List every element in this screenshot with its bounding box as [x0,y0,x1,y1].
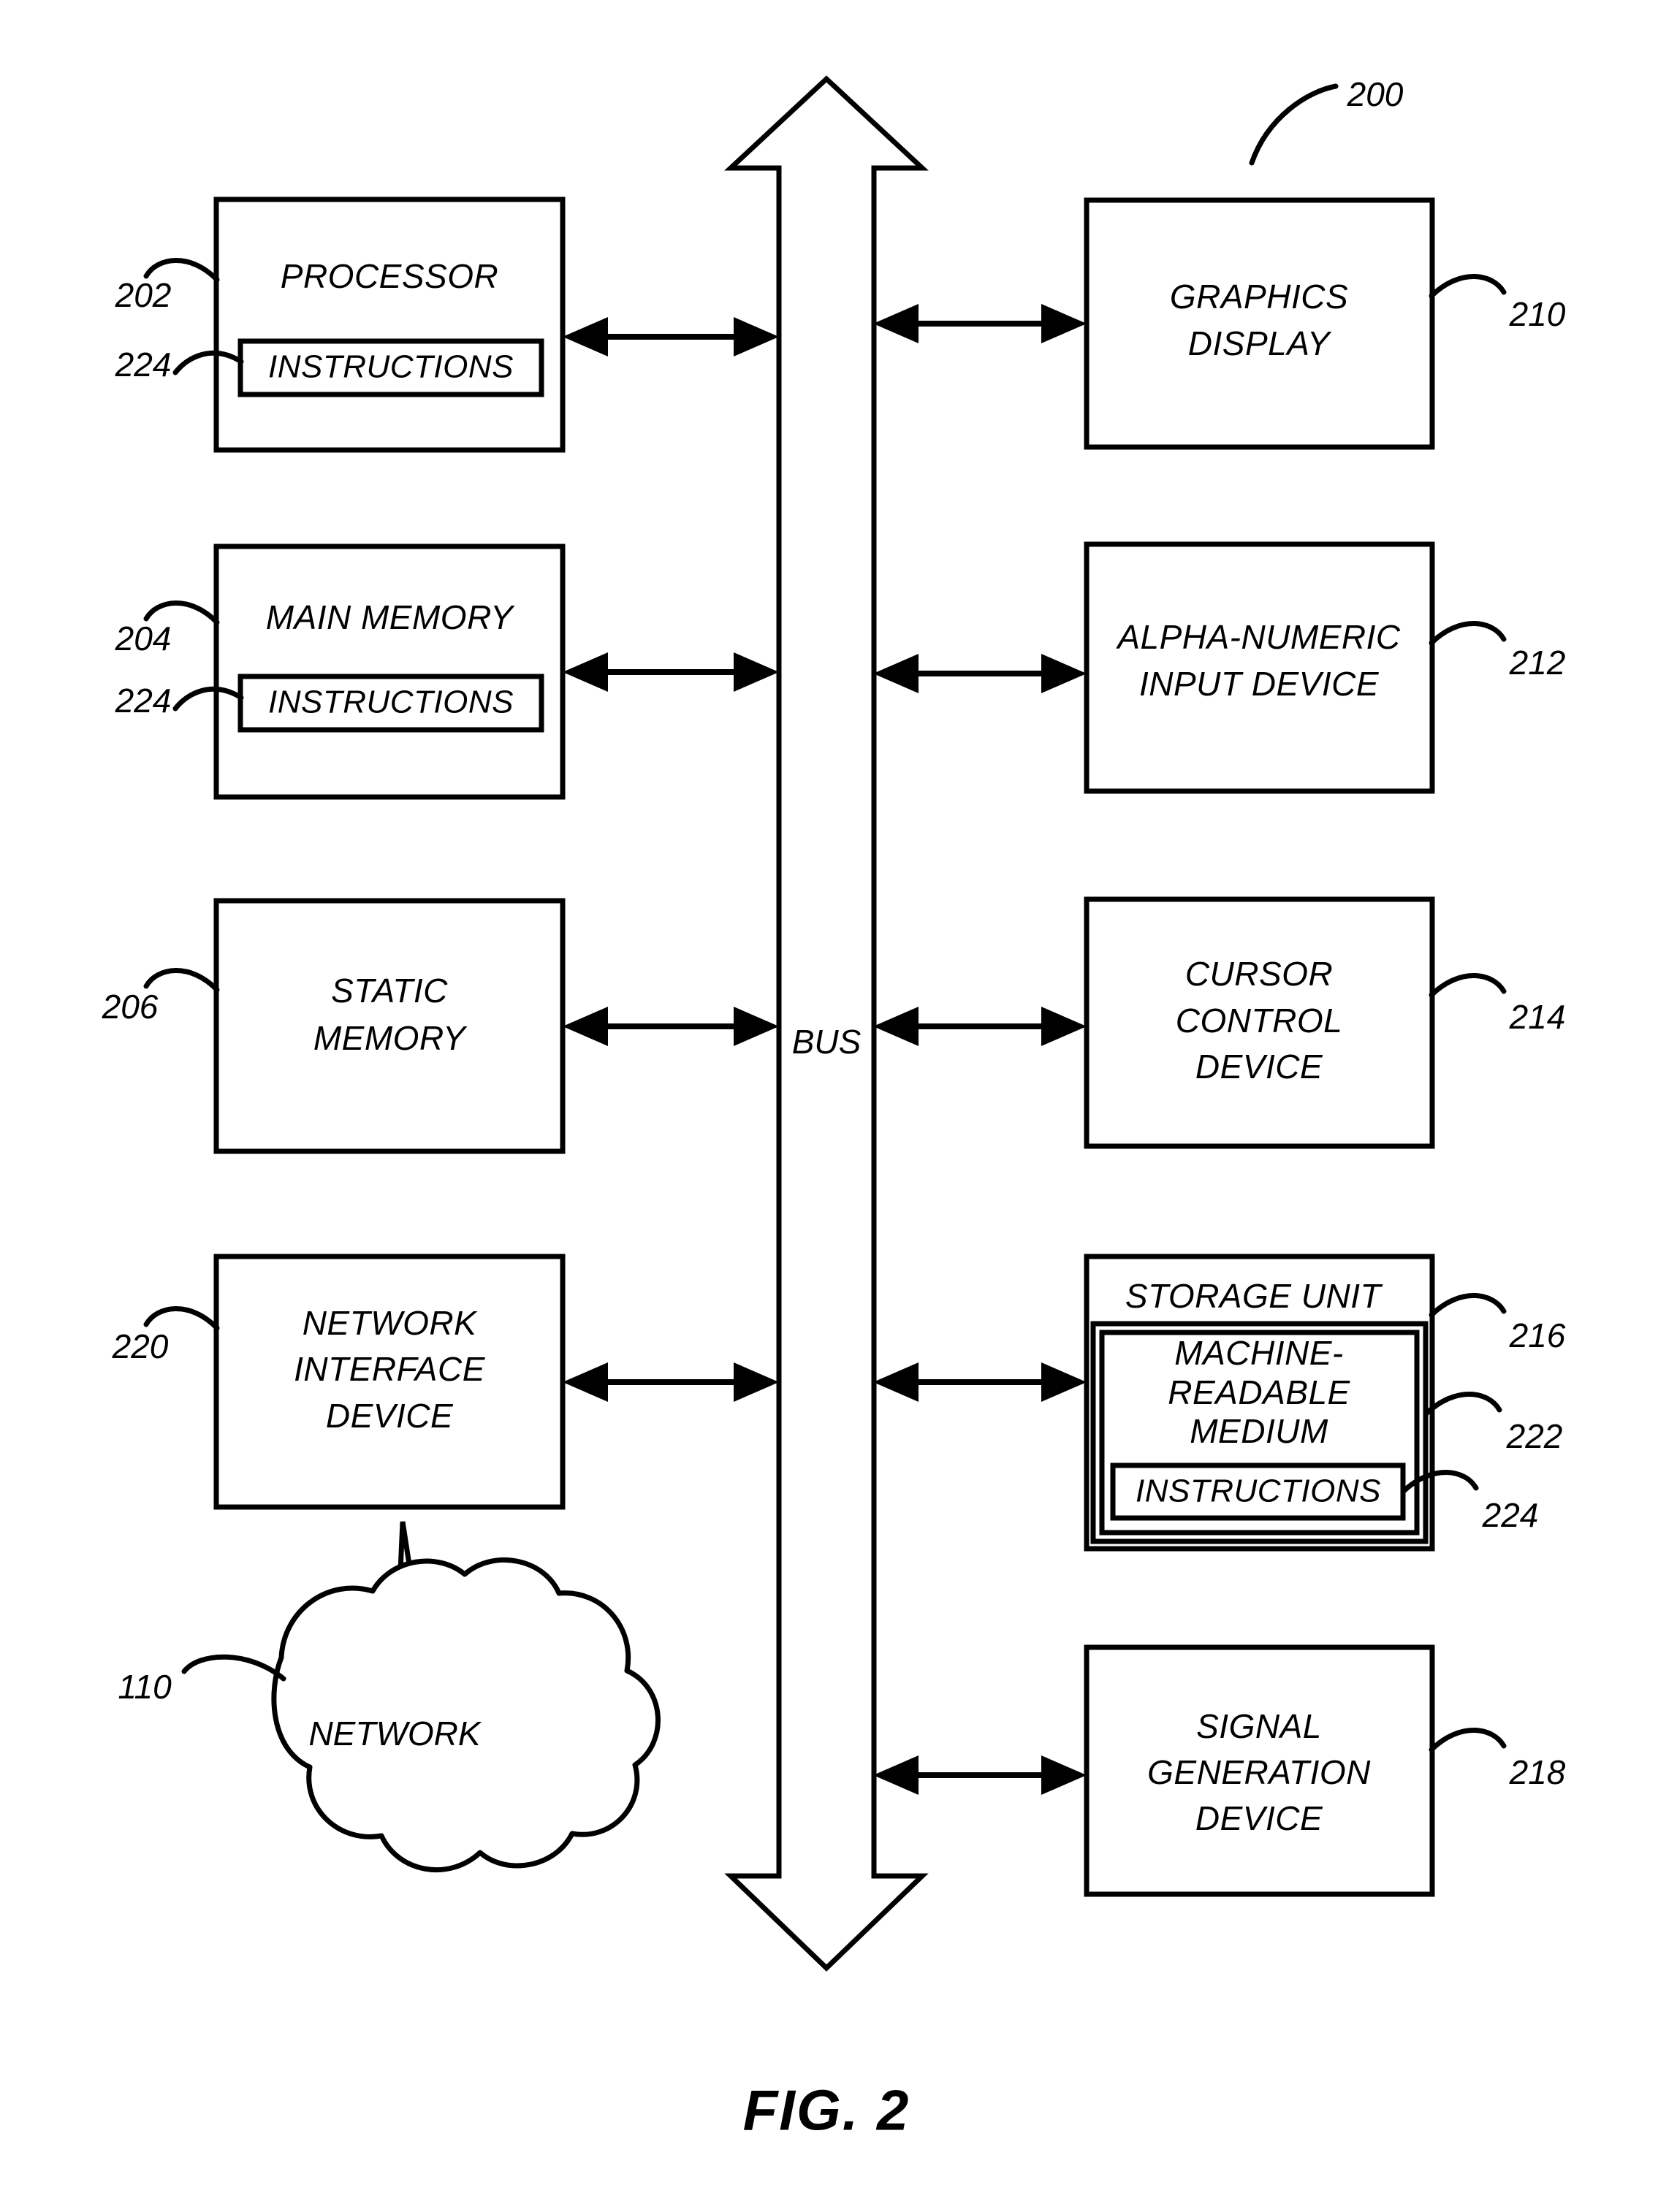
ref-214-leader [1429,973,1507,998]
ref-206-leader [143,968,220,993]
network-cloud: NETWORK [271,1557,661,1872]
ref-200: 200 [1347,75,1404,113]
ref-202: 202 [115,276,172,314]
ref-222-leader [1423,1392,1502,1416]
ref-220: 220 [112,1327,169,1365]
ref-224-main-memory: 224 [115,682,172,720]
anid-label-line2: INPUT DEVICE [1139,665,1380,703]
network-interface-device-box: NETWORK INTERFACE DEVICE [213,1254,566,1510]
main-memory-instructions-label: INSTRUCTIONS [268,684,514,720]
bus-label: BUS [792,1023,862,1061]
ref-204: 204 [115,619,172,657]
cursor-control-device-box: CURSOR CONTROL DEVICE [1084,896,1435,1149]
ccd-label-line1: CURSOR [1185,955,1333,993]
ref-220-leader [143,1306,220,1331]
processor-bus-connector [563,317,779,356]
ref-216: 216 [1509,1316,1566,1354]
nid-label-line1: NETWORK [303,1304,478,1342]
mrm-label-line3: MEDIUM [1190,1412,1328,1450]
ref-206: 206 [102,988,159,1026]
graphics-display-box: GRAPHICS DISPLAY [1084,197,1435,450]
graphics-display-label-line1: GRAPHICS [1170,278,1348,316]
ref-224-processor: 224 [115,346,172,384]
sgd-label-line1: SIGNAL [1196,1707,1322,1745]
storage-unit-bus-connector [873,1362,1087,1402]
static-memory-label-line2: MEMORY [313,1019,468,1057]
processor-box: PROCESSOR INSTRUCTIONS [213,197,566,453]
ref-218: 218 [1509,1753,1566,1791]
sgd-label-line2: GENERATION [1147,1753,1371,1791]
main-memory-label: MAIN MEMORY [266,598,515,636]
storage-unit-label: STORAGE UNIT [1125,1277,1383,1315]
network-cloud-label: NETWORK [308,1715,482,1753]
ccd-label-line2: CONTROL [1176,1002,1342,1040]
ref-224-storage: 224 [1482,1496,1539,1534]
nid-label-line3: DEVICE [326,1397,454,1435]
alpha-numeric-input-device-box: ALPHA-NUMERIC INPUT DEVICE [1084,541,1435,794]
static-memory-label-line1: STATIC [331,972,448,1010]
ccd-label-line3: DEVICE [1195,1048,1323,1086]
sgd-label-line3: DEVICE [1195,1799,1323,1837]
storage-unit-box: STORAGE UNIT MACHINE- READABLE MEDIUM IN… [1084,1254,1435,1552]
ref-110: 110 [118,1668,172,1706]
figure-caption: FIG. 2 [743,2078,910,2143]
anid-label-line1: ALPHA-NUMERIC [1115,618,1401,656]
mrm-label-line2: READABLE [1168,1373,1350,1411]
ref-218-leader [1429,1728,1507,1753]
ref-110-leader [181,1654,286,1682]
ref-216-leader [1429,1293,1507,1318]
static-memory-box: STATIC MEMORY [213,898,566,1154]
ref-212-leader [1429,621,1507,646]
signal-generation-device-box: SIGNAL GENERATION DEVICE [1084,1644,1435,1897]
anid-bus-connector [873,654,1087,693]
figure-2-diagram: BUS 200 PROCESSOR INSTRUCTIONS 202 224 M… [102,75,1566,2143]
ref-222: 222 [1506,1417,1563,1455]
static-memory-bus-connector [563,1007,779,1046]
ref-212: 212 [1509,644,1566,682]
main-memory-box: MAIN MEMORY INSTRUCTIONS [213,544,566,800]
ccd-bus-connector [873,1007,1087,1046]
sgd-bus-connector [873,1755,1087,1795]
processor-instructions-label: INSTRUCTIONS [268,349,514,385]
ref-214: 214 [1509,998,1566,1036]
storage-instructions-label: INSTRUCTIONS [1136,1473,1381,1509]
ref-210-leader [1429,274,1507,299]
graphics-display-bus-connector [873,304,1087,343]
nid-bus-connector [563,1362,779,1402]
mrm-label-line1: MACHINE- [1174,1334,1343,1372]
main-memory-bus-connector [563,652,779,692]
patent-figure-page: BUS 200 PROCESSOR INSTRUCTIONS 202 224 M… [0,0,1677,2212]
processor-label: PROCESSOR [281,257,498,295]
system-ref-leader [1249,83,1339,166]
ref-210: 210 [1509,295,1566,333]
nid-label-line2: INTERFACE [294,1350,486,1388]
graphics-display-label-line2: DISPLAY [1188,324,1332,362]
